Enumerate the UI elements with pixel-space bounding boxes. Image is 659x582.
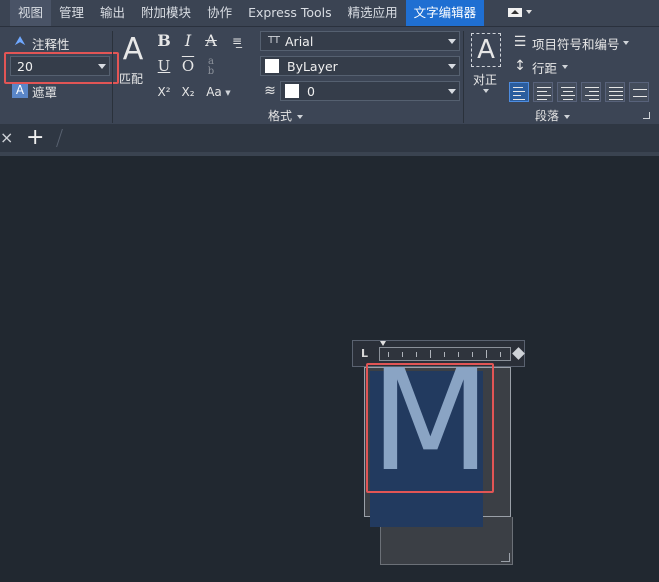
underline-button[interactable]: U <box>155 57 173 77</box>
fraction-icon: ab <box>207 56 215 77</box>
color-value[interactable]: ByLayer <box>285 59 445 74</box>
tab-addins[interactable]: 附加模块 <box>133 0 199 26</box>
mtext-content[interactable]: M <box>370 352 491 492</box>
close-icon[interactable]: × <box>0 128 13 148</box>
superscript-button[interactable]: X² <box>155 83 173 101</box>
match-button[interactable]: A 匹配 <box>117 32 149 88</box>
change-case-button[interactable]: Aa <box>203 83 225 101</box>
chevron-down-icon[interactable] <box>623 41 629 45</box>
panel-divider <box>463 31 464 123</box>
annotative-icon: ⮝ <box>14 34 26 49</box>
overline-button[interactable]: O <box>179 57 197 77</box>
chevron-down-icon <box>297 114 304 119</box>
justify-all-button[interactable] <box>605 82 625 102</box>
tab-text-editor[interactable]: 文字编辑器 <box>405 0 485 26</box>
bold-button[interactable]: B <box>155 32 173 52</box>
chevron-down-icon <box>564 114 571 119</box>
justify-icon: A <box>471 33 501 67</box>
workspace-icon <box>508 8 523 17</box>
tab-output[interactable]: 输出 <box>92 0 133 26</box>
align-left-button[interactable] <box>533 82 553 102</box>
truetype-icon: TT <box>267 35 281 46</box>
document-tab-bar: × + <box>0 124 659 152</box>
fraction-button[interactable]: ab <box>202 57 220 77</box>
tab-manage[interactable]: 管理 <box>51 0 92 26</box>
annotative-label[interactable]: 注释性 <box>32 34 70 53</box>
brush-icon: A <box>122 32 144 67</box>
new-tab-button[interactable]: + <box>26 127 44 149</box>
text-height-combo[interactable]: 20 <box>10 56 110 76</box>
paragraph-title-text: 段落 <box>535 109 560 123</box>
color-combo[interactable]: ByLayer <box>260 56 460 76</box>
chevron-down-icon[interactable] <box>445 32 459 50</box>
width-handle-icon[interactable] <box>512 347 525 360</box>
chevron-down-icon <box>483 89 489 93</box>
distribute-button[interactable] <box>629 82 649 102</box>
oblique-combo[interactable]: 0 <box>280 81 460 101</box>
line-spacing-label[interactable]: 行距 <box>532 58 557 77</box>
chevron-down-icon[interactable] <box>445 82 459 100</box>
font-combo[interactable]: TT Arial <box>260 31 460 51</box>
tab-view[interactable]: 视图 <box>10 0 52 26</box>
layers-icon: ≋ <box>264 83 276 99</box>
tab-express-tools[interactable]: Express Tools <box>240 0 340 26</box>
tab-collaborate[interactable]: 协作 <box>199 0 240 26</box>
tab-featured-apps[interactable]: 精选应用 <box>340 0 406 26</box>
chevron-down-icon[interactable] <box>445 57 459 75</box>
justify-label: 对正 <box>473 73 498 87</box>
mask-icon: A <box>12 82 28 98</box>
text-height-value[interactable]: 20 <box>11 59 95 74</box>
chevron-down-icon[interactable] <box>562 65 568 69</box>
color-swatch <box>285 84 299 98</box>
oblique-value[interactable]: 0 <box>305 84 445 99</box>
subscript-button[interactable]: X₂ <box>179 83 197 101</box>
paragraph-panel-title[interactable]: 段落 <box>535 108 571 124</box>
workspace-dropdown[interactable] <box>502 6 542 20</box>
ruler-tick <box>500 352 501 357</box>
color-swatch <box>265 59 279 73</box>
italic-button[interactable]: I <box>179 32 197 52</box>
mask-label[interactable]: 遮罩 <box>32 82 57 101</box>
tab-separator <box>51 129 63 147</box>
chevron-down-icon <box>526 10 533 14</box>
panel-launcher-icon[interactable] <box>643 112 650 119</box>
align-center-button[interactable] <box>557 82 577 102</box>
ribbon: ⮝ 注释性 20 A 遮罩 A 匹配 B I A ≡̲ U O ab X² X₂… <box>0 26 659 124</box>
format-title-text: 格式 <box>268 109 293 123</box>
stack-button[interactable]: ≡̲ <box>226 32 248 52</box>
stack-icon: ≡̲ <box>231 34 243 48</box>
bullets-label[interactable]: 项目符号和编号 <box>532 34 620 53</box>
chevron-down-icon[interactable] <box>95 57 109 75</box>
line-spacing-icon: ↕ <box>514 58 526 74</box>
drawing-canvas[interactable] <box>0 156 659 582</box>
align-default-button[interactable] <box>509 82 529 102</box>
bullets-icon: ☰ <box>513 34 527 50</box>
match-label: 匹配 <box>119 72 144 86</box>
panel-divider <box>112 31 113 123</box>
format-panel-title[interactable]: 格式 <box>268 108 304 124</box>
resize-grip-icon[interactable] <box>501 553 510 562</box>
chevron-down-icon[interactable]: ▼ <box>224 84 232 100</box>
font-value[interactable]: Arial <box>283 34 445 49</box>
align-right-button[interactable] <box>581 82 601 102</box>
justify-button[interactable]: A 对正 <box>468 31 504 97</box>
strikethrough-button[interactable]: A <box>202 32 220 52</box>
menu-bar: 视图 管理 输出 附加模块 协作 Express Tools 精选应用 文字编辑… <box>0 0 659 26</box>
